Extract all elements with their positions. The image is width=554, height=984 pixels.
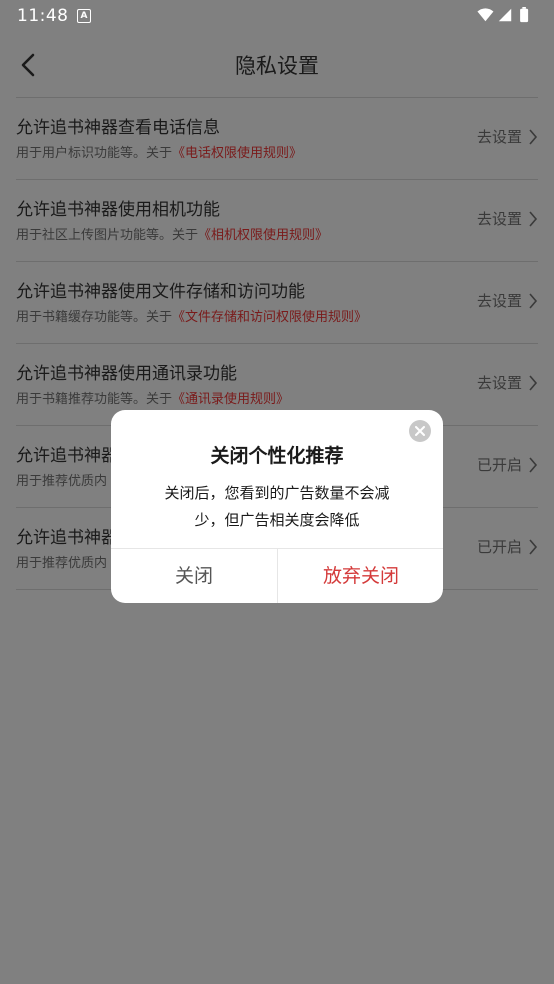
desc-text: 用于推荐优质内 — [16, 474, 108, 489]
header: 隐私设置 — [0, 32, 554, 98]
desc-text: 用于社区上传图片功能等。关于 — [16, 228, 199, 243]
battery-icon — [520, 8, 529, 23]
rules-link[interactable]: 《文件存储和访问权限使用规则》 — [172, 310, 367, 325]
setting-row-storage[interactable]: 允许追书神器使用文件存储和访问功能 用于书籍缓存功能等。关于《文件存储和访问权限… — [16, 262, 538, 344]
action-label: 去设置 — [476, 128, 522, 146]
dialog-message: 关闭后，您看到的广告数量不会减少，但广告相关度会降低 — [164, 484, 390, 529]
setting-description: 用于推荐优质内 — [16, 552, 107, 571]
signal-icon — [498, 8, 512, 22]
go-settings-button[interactable]: 去设置 — [477, 290, 538, 311]
setting-row-phone[interactable]: 允许追书神器查看电话信息 用于用户标识功能等。关于《电话权限使用规则》 去设置 — [16, 98, 538, 180]
status-bar: 11:48 A — [0, 0, 554, 32]
status-time: 11:48 — [17, 6, 69, 26]
setting-description: 用于社区上传图片功能等。关于《相机权限使用规则》 — [16, 224, 328, 243]
setting-label: 允许追书神器使用文件存储和访问功能 — [16, 282, 305, 302]
chevron-right-icon — [529, 374, 538, 391]
setting-label: 允许追书神器查看电话信息 — [16, 118, 220, 138]
personalized-recommendation-dialog: 关闭个性化推荐 关闭后，您看到的广告数量不会减少，但广告相关度会降低 关闭 放弃… — [111, 410, 443, 603]
setting-description: 用于用户标识功能等。关于《电话权限使用规则》 — [16, 142, 302, 161]
setting-description: 用于推荐优质内 — [16, 470, 107, 489]
action-label: 已开启 — [476, 538, 522, 556]
setting-label: 允许追书神器 — [16, 528, 118, 548]
chevron-right-icon — [529, 210, 538, 227]
rules-link[interactable]: 《电话权限使用规则》 — [172, 146, 302, 161]
chevron-right-icon — [529, 538, 538, 555]
chevron-right-icon — [529, 292, 538, 309]
page-title: 隐私设置 — [235, 54, 319, 78]
enabled-status-button[interactable]: 已开启 — [477, 454, 538, 475]
wifi-icon — [477, 8, 494, 22]
action-label: 去设置 — [476, 374, 522, 392]
go-settings-button[interactable]: 去设置 — [477, 126, 538, 147]
setting-label: 允许追书神器 — [16, 446, 118, 466]
go-settings-button[interactable]: 去设置 — [477, 372, 538, 393]
desc-text: 用于用户标识功能等。关于 — [16, 146, 173, 161]
close-button[interactable]: 关闭 — [111, 549, 277, 603]
chevron-right-icon — [529, 456, 538, 473]
chevron-right-icon — [529, 128, 538, 145]
enabled-status-button[interactable]: 已开启 — [477, 536, 538, 557]
setting-description: 用于书籍推荐功能等。关于《通讯录使用规则》 — [16, 388, 289, 407]
give-up-close-button[interactable]: 放弃关闭 — [278, 549, 443, 603]
action-label: 去设置 — [476, 210, 522, 228]
notification-icon: A — [77, 9, 91, 23]
dialog-title: 关闭个性化推荐 — [210, 445, 344, 467]
desc-text: 用于书籍推荐功能等。关于 — [16, 392, 173, 407]
setting-label: 允许追书神器使用通讯录功能 — [16, 364, 237, 384]
status-icons — [477, 7, 529, 23]
close-icon[interactable] — [409, 420, 431, 442]
setting-description: 用于书籍缓存功能等。关于《文件存储和访问权限使用规则》 — [16, 306, 367, 325]
action-label: 去设置 — [476, 292, 522, 310]
rules-link[interactable]: 《相机权限使用规则》 — [198, 228, 328, 243]
desc-text: 用于推荐优质内 — [16, 556, 108, 571]
action-label: 已开启 — [476, 456, 522, 474]
desc-text: 用于书籍缓存功能等。关于 — [16, 310, 173, 325]
rules-link[interactable]: 《通讯录使用规则》 — [172, 392, 289, 407]
setting-row-camera[interactable]: 允许追书神器使用相机功能 用于社区上传图片功能等。关于《相机权限使用规则》 去设… — [16, 180, 538, 262]
go-settings-button[interactable]: 去设置 — [477, 208, 538, 229]
setting-label: 允许追书神器使用相机功能 — [16, 200, 220, 220]
